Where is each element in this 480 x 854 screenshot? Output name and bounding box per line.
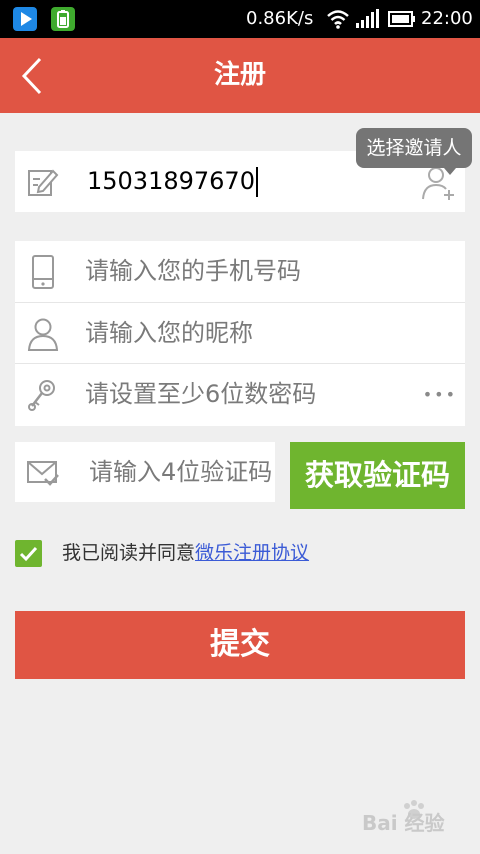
app-header: 注册 <box>0 38 480 113</box>
signal-icon <box>356 9 379 28</box>
code-row[interactable]: 请输入4位验证码 <box>15 442 275 502</box>
password-visibility-toggle[interactable]: ••• <box>423 364 457 425</box>
wifi-icon <box>327 10 349 29</box>
submit-button[interactable]: 提交 <box>15 611 465 679</box>
code-input[interactable]: 请输入4位验证码 <box>89 442 275 502</box>
agreement-label: 我已阅读并同意 <box>62 542 196 564</box>
nickname-row[interactable]: 请输入您的昵称 <box>15 302 465 363</box>
edit-icon <box>28 169 59 196</box>
page-title: 注册 <box>213 60 266 90</box>
battery-icon <box>388 11 415 27</box>
phone-row[interactable]: 请输入您的手机号码 <box>15 241 465 302</box>
select-inviter-tooltip[interactable]: 选择邀请人 <box>356 128 472 175</box>
status-bar: 0.86K/s 22:00 <box>0 0 480 38</box>
inviter-value: 15031897670 <box>87 167 255 195</box>
battery-app-icon <box>51 7 75 31</box>
agreement-text: 我已阅读并同意微乐注册协议 <box>62 538 309 568</box>
code-card: 请输入4位验证码 <box>15 442 275 502</box>
agreement-link[interactable]: 微乐注册协议 <box>195 542 309 564</box>
register-form-card: 请输入您的手机号码 请输入您的昵称 请设置至少6位数密码 ••• <box>15 241 465 426</box>
phone-icon <box>32 255 54 289</box>
phone-input[interactable]: 请输入您的手机号码 <box>85 241 301 302</box>
user-icon <box>27 318 59 351</box>
password-row[interactable]: 请设置至少6位数密码 ••• <box>15 363 465 424</box>
nickname-input[interactable]: 请输入您的昵称 <box>85 303 253 364</box>
text-cursor <box>255 167 258 197</box>
get-code-button[interactable]: 获取验证码 <box>290 442 465 509</box>
mail-check-icon <box>27 461 59 486</box>
watermark: Bai 经验 <box>362 800 462 835</box>
watermark-text: Bai 经验 <box>362 811 445 834</box>
network-speed: 0.86K/s <box>246 8 314 29</box>
play-store-icon <box>13 7 37 31</box>
clock: 22:00 <box>421 8 473 29</box>
checkmark-icon <box>19 546 38 562</box>
key-lock-icon <box>28 380 55 411</box>
paw-logo-icon: Bai 经验 <box>362 800 445 835</box>
password-input[interactable]: 请设置至少6位数密码 <box>85 364 316 425</box>
inviter-input[interactable]: 15031897670 <box>87 151 258 212</box>
agreement-checkbox[interactable] <box>15 540 42 567</box>
